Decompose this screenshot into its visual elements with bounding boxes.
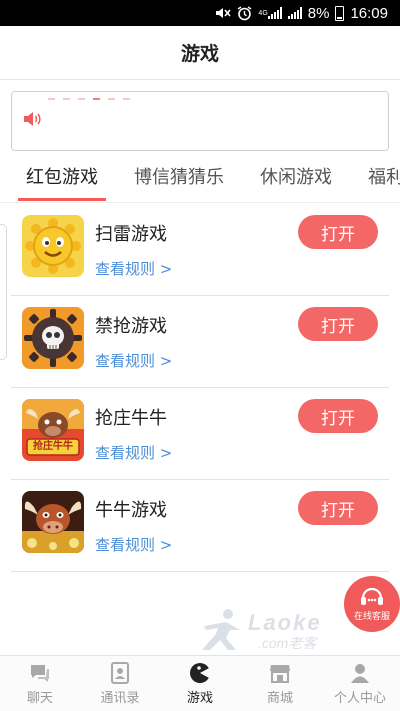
watermark: Laoke .com老客	[196, 606, 356, 656]
view-rules-link[interactable]: 查看规则 >	[95, 350, 172, 371]
minesweeper-icon	[22, 215, 84, 277]
bull-banker-icon-text: 抢庄牛牛	[33, 441, 73, 452]
app-header: 游戏	[0, 26, 400, 80]
profile-icon	[349, 662, 371, 684]
open-game-button[interactable]: 打开	[298, 399, 378, 433]
skull-mine-icon	[22, 307, 84, 369]
watermark-sub: .com老客	[258, 635, 317, 651]
view-rules-link[interactable]: 查看规则 >	[95, 258, 172, 279]
online-service-button[interactable]: 在线客服	[344, 576, 400, 632]
battery-icon	[335, 5, 345, 21]
game-name: 抢庄牛牛	[95, 408, 167, 429]
headset-icon	[361, 587, 383, 605]
game-name: 禁抢游戏	[95, 316, 167, 337]
game-name: 扫雷游戏	[95, 224, 167, 245]
list-item: 禁抢游戏 查看规则 > 打开	[11, 296, 389, 388]
bull-banker-icon: 抢庄牛牛	[22, 399, 84, 461]
tab-welfare-games[interactable]: 福利游戏	[358, 152, 400, 202]
nav-chat[interactable]: 聊天	[0, 656, 80, 711]
divider	[0, 202, 400, 203]
tab-boxin-guess[interactable]: 博信猜猜乐	[124, 152, 234, 202]
clock: 16:09	[350, 4, 388, 22]
signal-icon: 4G	[258, 7, 282, 19]
speaker-icon	[22, 110, 42, 132]
open-game-button[interactable]: 打开	[298, 491, 378, 525]
view-rules-link[interactable]: 查看规则 >	[95, 534, 172, 555]
nav-label: 通讯录	[100, 690, 140, 706]
shop-icon	[269, 662, 291, 684]
game-icon	[189, 662, 211, 684]
battery-percent: 8%	[307, 4, 330, 22]
alarm-icon	[237, 5, 252, 21]
open-game-button[interactable]: 打开	[298, 215, 378, 249]
nav-contacts[interactable]: 通讯录	[80, 656, 160, 711]
online-service-label: 在线客服	[353, 612, 390, 622]
nav-profile[interactable]: 个人中心	[320, 656, 400, 711]
list-item: 牛牛游戏 查看规则 > 打开	[11, 480, 389, 572]
contacts-icon	[109, 661, 131, 684]
watermark-figure-icon	[202, 609, 240, 650]
nav-games[interactable]: 游戏	[160, 656, 240, 711]
bull-game-icon	[22, 491, 84, 553]
status-bar: 4G 8% 16:09	[0, 0, 400, 26]
nav-label: 个人中心	[333, 690, 386, 706]
tab-red-packet-games[interactable]: 红包游戏	[16, 152, 108, 202]
bottom-navigation: 聊天 通讯录 游戏 商城 个人中心	[0, 655, 400, 711]
open-game-button[interactable]: 打开	[298, 307, 378, 341]
nav-label: 商城	[266, 690, 293, 706]
game-list: 扫雷游戏 查看规则 > 打开 禁抢游戏 查看规则 > 打开 抢庄牛牛 抢庄牛牛 …	[11, 204, 389, 572]
announcement-bar[interactable]	[11, 91, 389, 151]
marquee-fragments	[48, 98, 130, 100]
mute-icon	[215, 6, 232, 20]
nav-label: 聊天	[26, 690, 53, 706]
nav-label: 游戏	[186, 690, 213, 706]
game-category-tabs: 红包游戏 博信猜猜乐 休闲游戏 福利游戏	[0, 152, 400, 202]
game-name: 牛牛游戏	[95, 500, 167, 521]
page-title: 游戏	[180, 43, 219, 65]
nav-shop[interactable]: 商城	[240, 656, 320, 711]
list-item: 抢庄牛牛 抢庄牛牛 查看规则 > 打开	[11, 388, 389, 480]
chat-icon	[29, 662, 51, 684]
tab-casual-games[interactable]: 休闲游戏	[250, 152, 342, 202]
list-item: 扫雷游戏 查看规则 > 打开	[11, 204, 389, 296]
side-drawer-handle[interactable]	[0, 224, 7, 360]
signal-icon-2	[287, 7, 302, 19]
view-rules-link[interactable]: 查看规则 >	[95, 442, 172, 463]
